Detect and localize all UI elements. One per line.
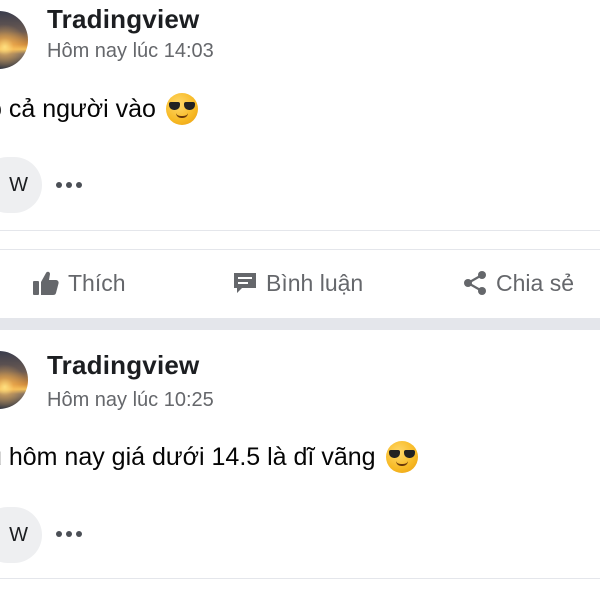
avatar[interactable] xyxy=(0,11,28,69)
share-icon xyxy=(464,271,486,295)
comment-button[interactable]: Bình luận xyxy=(232,255,363,311)
more-options-icon[interactable] xyxy=(56,524,86,544)
comment-label: Bình luận xyxy=(266,269,364,296)
reaction-button[interactable]: W xyxy=(0,157,42,213)
divider xyxy=(0,249,600,250)
post-author[interactable]: Tradingview xyxy=(47,350,199,381)
post-text: u hôm nay giá dưới 14.5 là dĩ vãng xyxy=(0,442,376,471)
like-button[interactable]: Thích xyxy=(32,255,126,311)
post-content: u hôm nay giá dưới 14.5 là dĩ vãng xyxy=(0,441,418,473)
sunglasses-emoji-icon xyxy=(385,441,418,473)
post-card: Tradingview Hôm nay lúc 14:03 o cả người… xyxy=(0,0,600,318)
divider xyxy=(0,230,600,231)
sunglasses-emoji-icon xyxy=(165,93,198,125)
post-card: Tradingview Hôm nay lúc 10:25 u hôm nay … xyxy=(0,330,600,600)
like-label: Thích xyxy=(68,269,126,296)
reaction-label: W xyxy=(9,523,28,546)
share-button[interactable]: Chia sẻ xyxy=(462,255,574,311)
post-content: o cả người vào xyxy=(0,93,198,125)
post-author[interactable]: Tradingview xyxy=(47,4,199,35)
reaction-label: W xyxy=(9,173,28,196)
reaction-button[interactable]: W xyxy=(0,507,42,563)
post-timestamp[interactable]: Hôm nay lúc 10:25 xyxy=(47,389,214,412)
feed-separator xyxy=(0,318,600,330)
avatar[interactable] xyxy=(0,351,28,409)
divider xyxy=(0,578,600,579)
post-timestamp[interactable]: Hôm nay lúc 14:03 xyxy=(47,40,214,63)
more-options-icon[interactable] xyxy=(56,175,86,195)
comment-icon xyxy=(234,273,256,293)
post-actions-bar: Thích Bình luận Chia sẻ xyxy=(0,255,600,311)
share-label: Chia sẻ xyxy=(496,269,574,296)
thumbs-up-icon xyxy=(33,271,59,295)
post-text: o cả người vào xyxy=(0,94,156,123)
